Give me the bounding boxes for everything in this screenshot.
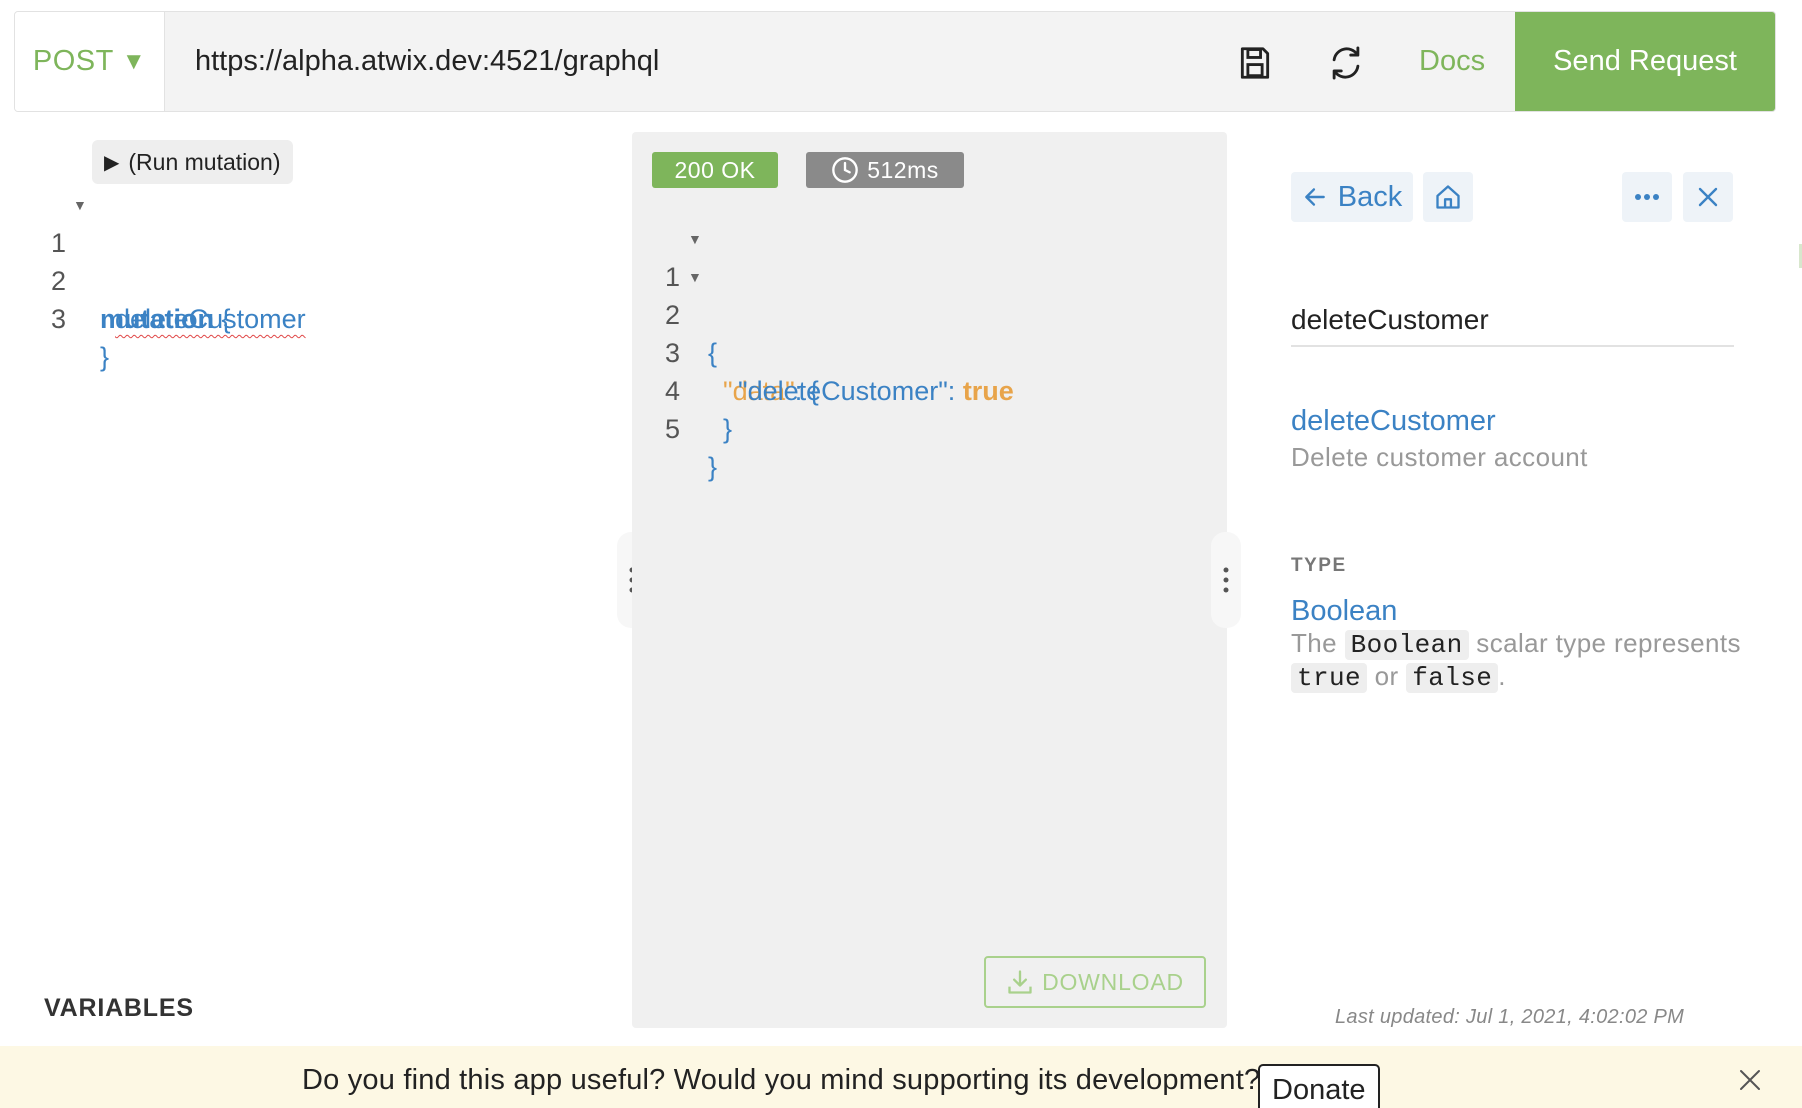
doc-field-link[interactable]: deleteCustomer xyxy=(1291,405,1496,438)
inline-code: Boolean xyxy=(1344,630,1469,660)
docs-button[interactable]: Docs xyxy=(1419,12,1485,111)
download-icon xyxy=(1008,970,1032,994)
donate-button[interactable]: Donate xyxy=(1258,1064,1380,1108)
home-button[interactable] xyxy=(1423,172,1473,222)
line-number: 5 xyxy=(664,414,680,444)
inline-code: true xyxy=(1291,663,1368,693)
fold-arrow-icon[interactable]: ▼ xyxy=(688,258,702,296)
status-badge: 200 OK xyxy=(652,152,778,188)
code-line: 4 } xyxy=(644,334,732,444)
banner-message: Do you find this app useful? Would you m… xyxy=(302,1064,1261,1096)
fold-arrow-icon[interactable]: ▼ xyxy=(688,220,702,258)
run-mutation-button[interactable]: ▶ (Run mutation) xyxy=(92,140,293,184)
json-brace: } xyxy=(723,414,733,444)
inline-code: false xyxy=(1406,663,1499,693)
json-key: "deleteCustomer" xyxy=(738,376,948,406)
timing-value: 512ms xyxy=(867,156,939,183)
type-desc-text: The xyxy=(1291,628,1338,658)
more-horizontal-icon xyxy=(1635,194,1659,200)
line-number: 3 xyxy=(50,304,66,334)
code-line: 2 deleteCustomer xyxy=(30,224,306,334)
json-brace: } xyxy=(708,452,718,482)
type-link[interactable]: Boolean xyxy=(1291,595,1397,628)
timing-badge: 512ms xyxy=(806,152,964,188)
request-bar: POST ▼ Docs Send Request xyxy=(14,11,1776,112)
json-colon: : xyxy=(947,376,956,406)
donate-banner: Do you find this app useful? Would you m… xyxy=(0,1046,1802,1108)
variables-header[interactable]: VARIABLES xyxy=(44,994,194,1023)
run-mutation-label: (Run mutation) xyxy=(128,148,281,175)
response-pane: 200 OK 512ms 1 ▼ { 2 ▼ "data": { 3 "dele… xyxy=(632,132,1227,1028)
code-line: 3 } xyxy=(30,262,109,372)
close-brace: } xyxy=(100,342,110,372)
type-desc-text: or xyxy=(1374,661,1399,691)
caret-down-icon: ▼ xyxy=(121,47,147,75)
code-line: 1 ▼ { xyxy=(644,220,717,368)
more-options-button[interactable] xyxy=(1622,172,1672,222)
close-icon xyxy=(1698,187,1718,207)
field-name: deleteCustomer xyxy=(115,304,306,334)
method-select[interactable]: POST ▼ xyxy=(15,12,165,111)
close-banner-icon[interactable] xyxy=(1736,1066,1764,1094)
back-button[interactable]: Back xyxy=(1291,172,1413,222)
url-input[interactable] xyxy=(195,12,1095,111)
code-line: 5 } xyxy=(644,372,717,482)
query-editor[interactable]: 1 ▼ mutation { 2 deleteCustomer 3 } xyxy=(30,186,306,372)
type-description: The Boolean scalar type represents true … xyxy=(1291,628,1751,694)
type-desc-text: scalar type represents xyxy=(1476,628,1741,658)
type-heading: TYPE xyxy=(1291,555,1347,576)
save-icon[interactable] xyxy=(1236,44,1274,82)
response-viewer: 1 ▼ { 2 ▼ "data": { 3 "deleteCustomer": … xyxy=(644,220,1014,482)
refresh-icon[interactable] xyxy=(1327,44,1365,82)
download-label: DOWNLOAD xyxy=(1042,968,1184,995)
last-updated-text: Last updated: Jul 1, 2021, 4:02:02 PM xyxy=(1335,1006,1685,1028)
close-docs-button[interactable] xyxy=(1683,172,1733,222)
clock-icon xyxy=(832,157,859,183)
code-line: 1 ▼ mutation { xyxy=(30,186,231,334)
arrow-left-icon xyxy=(1304,188,1325,206)
json-brace: { xyxy=(708,338,718,368)
type-desc-text: . xyxy=(1498,661,1506,691)
code-line: 3 "deleteCustomer": true xyxy=(644,296,1014,406)
vertical-dots-icon xyxy=(1223,567,1229,593)
fold-arrow-icon[interactable]: ▼ xyxy=(73,186,87,224)
back-label: Back xyxy=(1337,180,1403,213)
doc-field-description: Delete customer account xyxy=(1291,442,1588,472)
right-resize-handle[interactable] xyxy=(1211,532,1241,628)
json-value: true xyxy=(962,376,1014,406)
send-request-button[interactable]: Send Request xyxy=(1515,12,1775,111)
docs-search-input[interactable] xyxy=(1291,295,1734,347)
method-label: POST xyxy=(32,45,114,77)
download-button[interactable]: DOWNLOAD xyxy=(984,956,1206,1008)
code-line: 2 ▼ "data": { xyxy=(644,258,819,406)
play-icon: ▶ xyxy=(104,151,120,174)
home-icon xyxy=(1436,185,1460,209)
